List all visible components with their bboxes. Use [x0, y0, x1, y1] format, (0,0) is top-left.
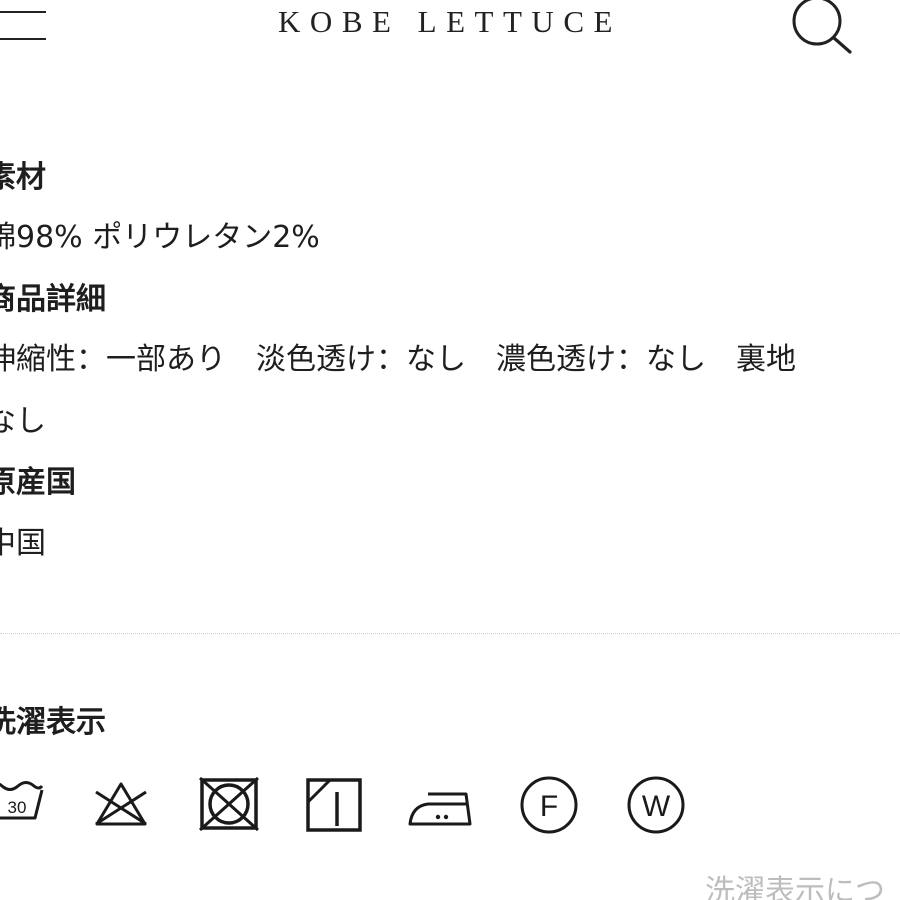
- product-details-value: 伸縮性：一部あり 淡色透け：なし 濃色透け：なし 裏地: [0, 342, 796, 377]
- care-label-info-link[interactable]: 洗濯表示につ: [705, 872, 885, 900]
- iron-low-temp-icon: [406, 770, 476, 840]
- site-header: KOBE LETTUCE: [0, 0, 900, 60]
- wet-clean-w-icon: W: [622, 770, 692, 840]
- no-tumble-dry-icon: [194, 770, 264, 840]
- brand-logo[interactable]: KOBE LETTUCE: [0, 2, 900, 42]
- material-heading: 素材: [0, 160, 46, 195]
- origin-heading: 原産国: [0, 465, 76, 500]
- care-symbols: 30 F W: [0, 770, 900, 840]
- origin-value: 中国: [0, 526, 46, 561]
- product-details-value-continued: なし: [0, 404, 46, 439]
- care-heading: 洗濯表示: [0, 705, 106, 740]
- line-dry-shade-icon: [300, 770, 370, 840]
- dry-clean-letter: F: [540, 790, 558, 823]
- wash-temperature-label: 30: [8, 798, 27, 817]
- wet-clean-letter: W: [642, 790, 671, 823]
- dry-clean-f-icon: F: [515, 770, 585, 840]
- search-icon[interactable]: [788, 0, 854, 56]
- wash-30-icon: 30: [0, 770, 52, 840]
- product-details-heading: 商品詳細: [0, 282, 106, 317]
- section-divider: [0, 633, 900, 634]
- no-bleach-icon: [88, 770, 158, 840]
- material-value: 綿98% ポリウレタン2%: [0, 220, 320, 255]
